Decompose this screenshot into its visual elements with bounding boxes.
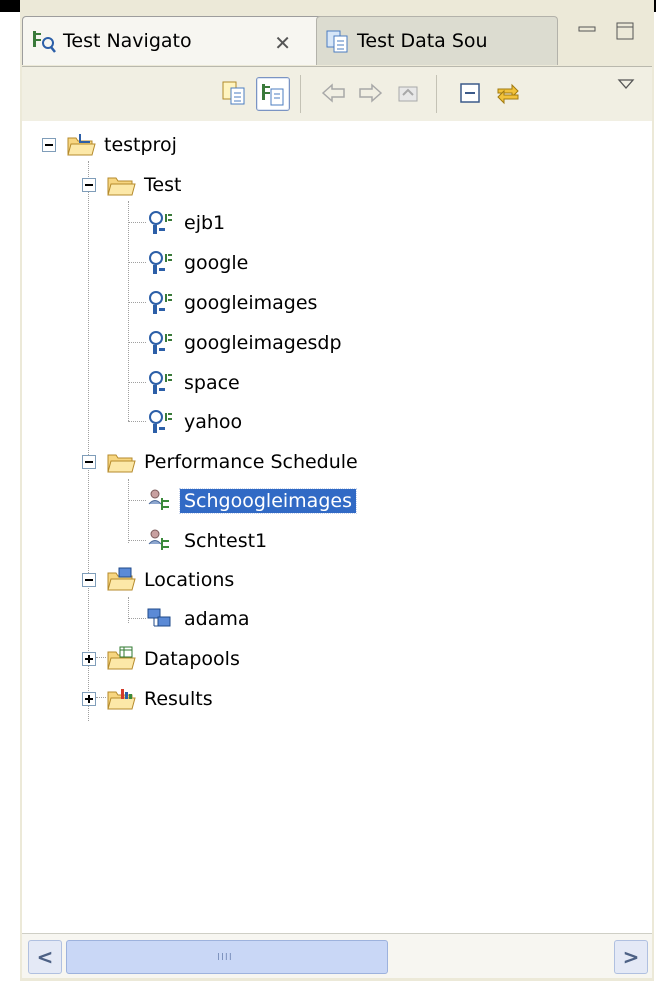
forward-icon[interactable] [354, 77, 386, 109]
sync-icon[interactable] [492, 77, 524, 109]
tab-label: Test Data Sou [357, 30, 488, 52]
tree-item-schedule[interactable]: Schgoogleimages [146, 484, 357, 518]
tree-item-label: yahoo [184, 411, 243, 433]
maximize-icon[interactable] [614, 20, 636, 42]
test-icon [146, 290, 176, 316]
tree-item-test[interactable]: googleimagesdp [146, 326, 346, 360]
view-toolbar [22, 66, 652, 122]
tree-item-label: space [184, 372, 240, 394]
tree-item-label: testproj [104, 134, 177, 156]
folder-open-icon [106, 449, 136, 475]
tree-item-label: Schtest1 [184, 530, 268, 552]
test-icon [146, 250, 176, 276]
collapse-icon[interactable] [82, 573, 96, 587]
tree-item-performance-schedule-folder[interactable]: Performance Schedule [106, 445, 362, 479]
expand-icon[interactable] [82, 692, 96, 706]
results-folder-icon [106, 686, 136, 712]
tree-item-schedule[interactable]: Schtest1 [146, 524, 271, 558]
scroll-left-button[interactable]: < [28, 940, 62, 974]
tree-connector [128, 421, 146, 422]
tree-item-test[interactable]: yahoo [146, 405, 246, 439]
tree-connector [96, 697, 106, 698]
minimize-icon[interactable] [576, 20, 598, 42]
tree-connector [128, 201, 129, 421]
tree-connector [128, 342, 146, 343]
tab-test-navigator[interactable]: Test Navigato ✕ [22, 16, 324, 65]
tree-item-test-folder[interactable]: Test [106, 168, 185, 202]
tree-connector [88, 161, 89, 721]
tree-connector [128, 222, 146, 223]
tree-connector [128, 597, 129, 623]
navigator-tree: testproj Test ejb1 google googleimages g… [22, 121, 652, 933]
tree-item-label: googleimagesdp [184, 332, 342, 354]
schedule-icon [146, 528, 176, 554]
datapools-folder-icon [106, 646, 136, 672]
tree-item-label: Performance Schedule [144, 451, 358, 473]
tab-test-data-source[interactable]: Test Data Sou [316, 16, 558, 65]
tree-connector [128, 262, 146, 263]
tree-connector [128, 382, 146, 383]
tree-connector [96, 657, 106, 658]
tree-connector [128, 479, 129, 543]
tree-item-label: ejb1 [184, 212, 226, 234]
back-icon[interactable] [318, 77, 350, 109]
tree-item-label: Results [144, 688, 213, 710]
schedule-icon [146, 488, 176, 514]
link-with-editor-icon[interactable] [256, 77, 290, 111]
tab-strip: Test Navigato ✕ Test Data Sou [20, 12, 654, 66]
tree-connector [128, 618, 146, 619]
test-icon [146, 370, 176, 396]
tree-item-test[interactable]: google [146, 246, 252, 280]
tree-connector [128, 500, 146, 501]
tree-connector [128, 540, 146, 541]
close-icon[interactable]: ✕ [274, 31, 291, 55]
tree-item-label: Test [144, 174, 182, 196]
test-navigator-icon [31, 28, 57, 54]
tree-item-location[interactable]: adama [146, 602, 254, 636]
tab-label: Test Navigato [63, 30, 192, 52]
chevron-left-icon: < [36, 945, 54, 969]
collapse-icon[interactable] [82, 178, 96, 192]
collapse-all-icon[interactable] [454, 77, 486, 109]
scroll-thumb[interactable]: IIII [66, 940, 388, 974]
data-source-icon [325, 28, 351, 54]
project-folder-icon [66, 132, 96, 158]
thumb-grip: IIII [217, 952, 233, 963]
tree-item-label: Locations [144, 569, 235, 591]
tree-item-test[interactable]: space [146, 366, 244, 400]
tree-item-label: Datapools [144, 648, 240, 670]
tree-item-label: googleimages [184, 292, 318, 314]
horizontal-scrollbar[interactable]: < IIII > [22, 933, 652, 978]
tree-item-locations-folder[interactable]: Locations [106, 563, 238, 597]
test-icon [146, 210, 176, 236]
tree-item-label: adama [184, 608, 250, 630]
folder-open-icon [106, 172, 136, 198]
locations-folder-icon [106, 567, 136, 593]
collapse-icon[interactable] [82, 455, 96, 469]
expand-icon[interactable] [82, 652, 96, 666]
tree-item-datapools-folder[interactable]: Datapools [106, 642, 244, 676]
computer-location-icon [146, 606, 176, 632]
tree-connector [128, 302, 146, 303]
toolbar-separator [436, 75, 437, 113]
toolbar-separator [300, 75, 301, 113]
view-menu-icon[interactable] [610, 69, 642, 101]
chevron-right-icon: > [622, 945, 640, 969]
scroll-right-button[interactable]: > [614, 940, 648, 974]
tree-item-label: google [184, 252, 249, 274]
collapse-icon[interactable] [42, 138, 56, 152]
up-icon[interactable] [392, 77, 424, 109]
tree-item-test[interactable]: ejb1 [146, 206, 229, 240]
tree-item-label: Schgoogleimages [179, 488, 357, 514]
tree-item-testproj[interactable]: testproj [66, 128, 181, 162]
copy-icon[interactable] [218, 77, 250, 109]
test-icon [146, 330, 176, 356]
tree-item-results-folder[interactable]: Results [106, 682, 217, 716]
test-icon [146, 409, 176, 435]
tree-item-test[interactable]: googleimages [146, 286, 321, 320]
